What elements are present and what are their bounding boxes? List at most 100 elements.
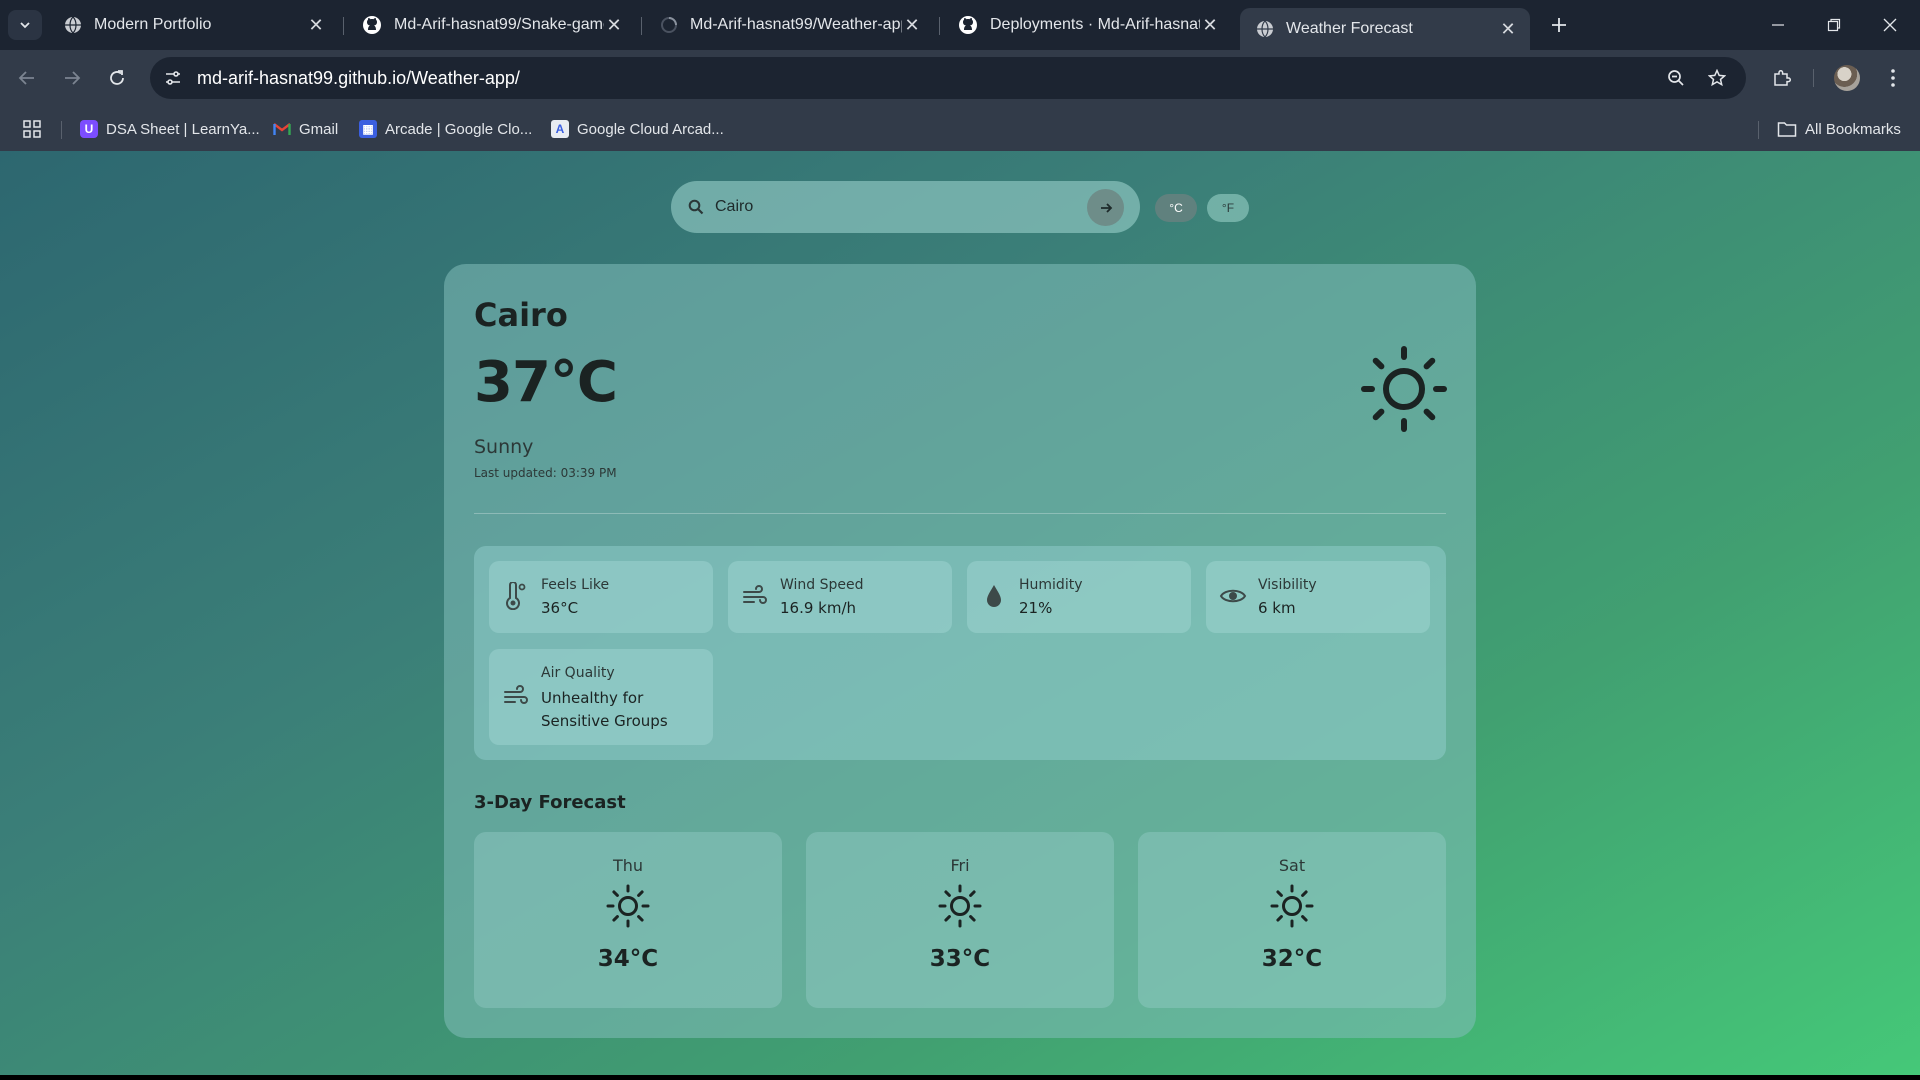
apps-button[interactable] bbox=[22, 117, 42, 141]
bookmark-star-button[interactable] bbox=[1702, 63, 1732, 93]
kebab-menu-icon bbox=[1891, 69, 1895, 87]
eye-icon bbox=[1218, 581, 1248, 611]
site-info-button[interactable] bbox=[158, 63, 188, 93]
detail-wind-speed: Wind Speed 16.9 km/h bbox=[728, 561, 952, 633]
weather-details: Feels Like 36°C Wind Speed 16.9 km/h Hum… bbox=[474, 546, 1446, 760]
arrow-left-icon bbox=[18, 71, 34, 85]
globe-icon bbox=[65, 16, 81, 34]
tab-separator bbox=[641, 17, 642, 35]
tab-separator bbox=[939, 17, 940, 35]
forecast-day-card: Fri 33°C bbox=[806, 832, 1114, 1008]
sun-icon bbox=[1270, 884, 1314, 928]
arcade-icon: ▦ bbox=[359, 120, 377, 138]
all-bookmarks-button[interactable]: All Bookmarks bbox=[1777, 117, 1901, 141]
search-icon bbox=[683, 194, 709, 220]
detail-value: Unhealthy for Sensitive Groups bbox=[541, 689, 668, 730]
tab-title: Modern Portfolio bbox=[94, 16, 212, 33]
zoom-button[interactable] bbox=[1661, 63, 1691, 93]
folder-icon bbox=[1777, 122, 1797, 137]
sun-icon bbox=[1361, 346, 1447, 432]
profile-avatar[interactable] bbox=[1834, 65, 1860, 91]
bookmark-gmail[interactable]: Gmail bbox=[273, 117, 338, 141]
extensions-button[interactable] bbox=[1765, 61, 1799, 95]
forecast-title: 3-Day Forecast bbox=[474, 792, 626, 813]
tab-close-button[interactable]: ✕ bbox=[1200, 15, 1220, 35]
toolbar-separator bbox=[1813, 69, 1814, 87]
shield-icon: U bbox=[80, 120, 98, 138]
tab-snake-game[interactable]: Md-Arif-hasnat99/Snake-game ✕ bbox=[346, 7, 636, 43]
forecast-day: Thu bbox=[612, 856, 644, 875]
detail-label: Air Quality bbox=[541, 665, 615, 681]
bookmarks-separator bbox=[61, 121, 62, 139]
city-search-input[interactable] bbox=[715, 193, 1075, 221]
github-icon bbox=[959, 16, 977, 34]
forecast-day: Sat bbox=[1278, 856, 1306, 875]
tab-modern-portfolio[interactable]: Modern Portfolio ✕ bbox=[48, 7, 338, 43]
bookmark-dsa-sheet[interactable]: U DSA Sheet | LearnYa... bbox=[80, 117, 260, 141]
droplet-icon bbox=[979, 581, 1009, 611]
tab-weather-app-repo[interactable]: Md-Arif-hasnat99/Weather-app ✕ bbox=[644, 7, 934, 43]
close-icon bbox=[1883, 18, 1897, 32]
wind-icon bbox=[740, 581, 770, 611]
search-submit-button[interactable] bbox=[1087, 189, 1124, 226]
detail-label: Feels Like bbox=[541, 577, 610, 593]
menu-button[interactable] bbox=[1876, 61, 1910, 95]
forecast-temp: 34°C bbox=[597, 946, 659, 972]
fahrenheit-toggle[interactable]: °F bbox=[1207, 194, 1249, 222]
address-bar[interactable]: md-arif-hasnat99.github.io/Weather-app/ bbox=[150, 57, 1746, 99]
restore-icon bbox=[1827, 18, 1841, 32]
new-tab-button[interactable] bbox=[1544, 10, 1574, 40]
arrow-right-icon bbox=[65, 71, 81, 85]
tab-bar: Modern Portfolio ✕ Md-Arif-hasnat99/Snak… bbox=[0, 0, 1920, 50]
tab-close-button[interactable]: ✕ bbox=[1498, 19, 1518, 39]
zoom-icon bbox=[1668, 70, 1684, 86]
bookmark-label: Arcade | Google Clo... bbox=[385, 120, 533, 138]
detail-value: 36°C bbox=[541, 599, 579, 617]
bookmark-google-cloud-arcade[interactable]: A Google Cloud Arcad... bbox=[551, 117, 724, 141]
tab-title: Md-Arif-hasnat99/Snake-game bbox=[394, 16, 604, 33]
forward-button[interactable] bbox=[55, 61, 89, 95]
tab-close-button[interactable]: ✕ bbox=[902, 15, 922, 35]
restore-button[interactable] bbox=[1806, 0, 1862, 50]
bookmarks-bar: U DSA Sheet | LearnYa... Gmail ▦ Arcade … bbox=[0, 107, 1920, 151]
detail-feels-like: Feels Like 36°C bbox=[489, 561, 713, 633]
bookmark-arcade[interactable]: ▦ Arcade | Google Clo... bbox=[359, 117, 532, 141]
close-window-button[interactable] bbox=[1862, 0, 1918, 50]
reload-button[interactable] bbox=[100, 61, 134, 95]
forecast-temp: 33°C bbox=[929, 946, 991, 972]
detail-air-quality: Air Quality Unhealthy for Sensitive Grou… bbox=[489, 649, 713, 745]
detail-label: Wind Speed bbox=[780, 577, 864, 593]
globe-icon bbox=[1257, 20, 1273, 38]
tune-icon bbox=[166, 71, 180, 85]
tab-close-button[interactable]: ✕ bbox=[604, 15, 624, 35]
last-updated: Last updated: 03:39 PM bbox=[474, 466, 617, 480]
detail-label: Humidity bbox=[1019, 577, 1083, 593]
tab-weather-forecast[interactable]: Weather Forecast ✕ bbox=[1240, 8, 1530, 50]
tab-title: Deployments · Md-Arif-hasnat9 bbox=[990, 16, 1200, 33]
browser-toolbar: md-arif-hasnat99.github.io/Weather-app/ bbox=[0, 50, 1920, 107]
tab-close-button[interactable]: ✕ bbox=[306, 15, 326, 35]
detail-label: Visibility bbox=[1258, 577, 1317, 593]
back-button[interactable] bbox=[10, 61, 44, 95]
star-icon bbox=[1708, 69, 1726, 87]
loading-icon bbox=[661, 17, 677, 33]
sun-icon bbox=[938, 884, 982, 928]
detail-humidity: Humidity 21% bbox=[967, 561, 1191, 633]
minimize-icon bbox=[1772, 24, 1784, 26]
apps-grid-icon bbox=[23, 120, 41, 138]
tab-title: Md-Arif-hasnat99/Weather-app bbox=[690, 16, 902, 33]
tab-deployments[interactable]: Deployments · Md-Arif-hasnat9 ✕ bbox=[942, 7, 1232, 43]
github-icon bbox=[363, 16, 381, 34]
divider bbox=[474, 513, 1446, 514]
bookmark-label: Google Cloud Arcad... bbox=[577, 120, 724, 138]
plus-icon bbox=[1552, 18, 1566, 32]
arrow-right-icon bbox=[1100, 202, 1112, 213]
forecast-day: Fri bbox=[950, 856, 970, 875]
sun-icon bbox=[606, 884, 650, 928]
url-text[interactable]: md-arif-hasnat99.github.io/Weather-app/ bbox=[197, 68, 520, 89]
celsius-toggle[interactable]: °C bbox=[1155, 194, 1197, 222]
detail-value: 6 km bbox=[1258, 599, 1296, 617]
wind-icon bbox=[501, 681, 531, 711]
tab-search-button[interactable] bbox=[8, 10, 42, 40]
minimize-button[interactable] bbox=[1750, 0, 1806, 50]
